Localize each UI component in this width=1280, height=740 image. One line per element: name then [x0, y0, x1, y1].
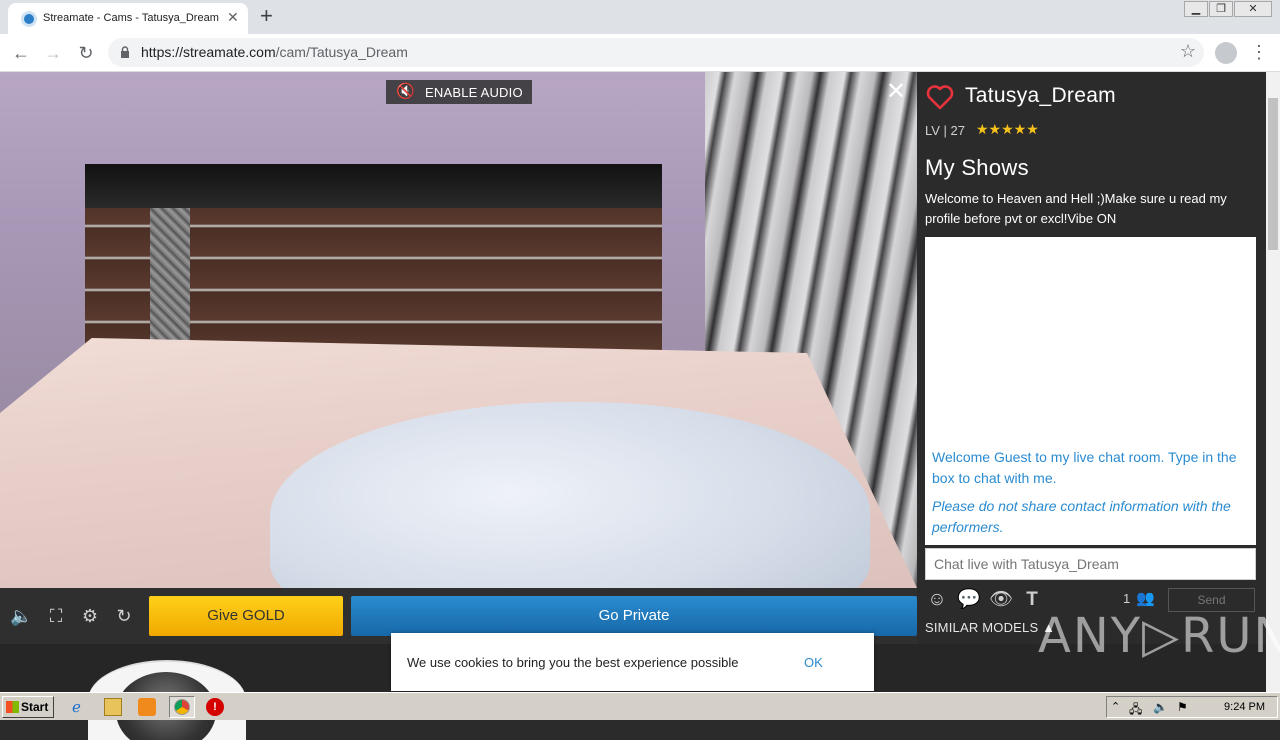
go-private-button[interactable]: Go Private	[351, 596, 917, 636]
windows-taskbar: Start ℯ ! ⌃ 🖧 🔈 ⚑ 9:24 PM	[0, 692, 1280, 720]
tray-expand-icon[interactable]: ⌃	[1111, 700, 1120, 713]
show-description: Welcome to Heaven and Hell ;)Make sure u…	[925, 191, 1227, 226]
chat-warning-message: Please do not share contact information …	[932, 498, 1231, 535]
chat-welcome-message: Welcome Guest to my live chat room. Type…	[932, 449, 1237, 486]
action-center-flag-icon[interactable]: ⚑	[1177, 700, 1188, 714]
profile-avatar-icon[interactable]	[1215, 42, 1237, 64]
page-scrollbar[interactable]	[1266, 72, 1280, 692]
my-shows-heading: My Shows	[925, 155, 1029, 180]
cookie-ok-button[interactable]: OK	[804, 655, 823, 670]
cookie-banner: We use cookies to bring you the best exp…	[391, 633, 874, 691]
muted-speaker-icon: 🔇	[396, 83, 415, 100]
tab-title: Streamate - Cams - Tatusya_Dream	[43, 12, 219, 24]
close-tab-icon[interactable]: ✕	[227, 9, 239, 26]
address-bar[interactable]: https://streamate.com/cam/Tatusya_Dream …	[108, 38, 1204, 67]
fullscreen-icon[interactable]: ⛶	[45, 605, 67, 627]
opera-warning-icon[interactable]: !	[206, 698, 224, 716]
favorite-heart-icon[interactable]	[926, 84, 954, 110]
browser-menu-icon[interactable]: ⋮	[1250, 42, 1268, 62]
speaker-icon[interactable]: 🔈	[1153, 700, 1168, 714]
windows-logo-icon	[6, 701, 19, 713]
start-button[interactable]: Start	[2, 696, 54, 718]
similar-models-toggle[interactable]: SIMILAR MODELS ▲	[925, 620, 1055, 635]
give-gold-button[interactable]: Give GOLD	[149, 596, 343, 636]
new-tab-icon[interactable]: +	[260, 4, 273, 28]
system-tray: ⌃ 🖧 🔈 ⚑ 9:24 PM	[1106, 696, 1278, 718]
clock: 9:24 PM	[1224, 701, 1265, 713]
scrollbar-thumb[interactable]	[1268, 98, 1278, 250]
eye-icon[interactable]: 👁	[989, 589, 1013, 611]
viewers-icon: 👥	[1136, 590, 1155, 607]
anyrun-watermark: ANY▷RUN	[1038, 608, 1280, 664]
chat-input[interactable]	[925, 548, 1256, 580]
restore-window-icon[interactable]: ❐	[1209, 1, 1233, 17]
enable-audio-button[interactable]: 🔇 ENABLE AUDIO	[386, 80, 532, 104]
model-sidebar: Tatusya_Dream LV | 27 ★★★★★ My Shows Wel…	[917, 72, 1266, 644]
forward-icon[interactable]: →	[40, 40, 66, 66]
enable-audio-label: ENABLE AUDIO	[425, 85, 523, 100]
video-stream[interactable]	[0, 72, 917, 588]
back-icon[interactable]: ←	[8, 40, 34, 66]
star-rating: ★★★★★	[976, 121, 1039, 137]
settings-gear-icon[interactable]: ⚙	[79, 605, 101, 627]
browser-toolbar: ← → ↻ https://streamate.com/cam/Tatusya_…	[0, 34, 1280, 72]
headboard-top-image	[85, 164, 662, 208]
browser-tab[interactable]: Streamate - Cams - Tatusya_Dream ✕	[8, 3, 248, 34]
start-label: Start	[21, 700, 49, 714]
model-level: LV | 27	[925, 123, 965, 138]
close-video-icon[interactable]: ✕	[886, 80, 906, 104]
browser-tab-strip: Streamate - Cams - Tatusya_Dream ✕ + ▁ ❐…	[0, 0, 1280, 34]
internet-explorer-icon[interactable]: ℯ	[72, 698, 90, 716]
folder-icon[interactable]	[104, 698, 122, 716]
emoji-icon[interactable]: ☺	[926, 589, 948, 611]
media-player-icon[interactable]	[138, 698, 156, 716]
reload-icon[interactable]: ↻	[73, 40, 99, 66]
chat-log: Welcome Guest to my live chat room. Type…	[925, 237, 1256, 545]
close-window-icon[interactable]: ✕	[1234, 1, 1272, 17]
bookmark-star-icon[interactable]: ☆	[1180, 41, 1196, 62]
volume-icon[interactable]: 🔈	[10, 605, 32, 627]
streamate-favicon-icon	[21, 11, 37, 27]
network-icon[interactable]: 🖧	[1129, 700, 1142, 721]
url-text: https://streamate.com/cam/Tatusya_Dream	[141, 44, 408, 60]
minimize-window-icon[interactable]: ▁	[1184, 1, 1208, 17]
refresh-icon[interactable]: ↻	[113, 605, 135, 627]
chrome-taskbar-button[interactable]	[169, 696, 195, 718]
model-name: Tatusya_Dream	[965, 84, 1116, 107]
lock-icon	[121, 46, 129, 58]
headboard-strip-image	[150, 208, 190, 354]
viewer-count: 1	[1123, 591, 1131, 606]
chrome-icon	[174, 699, 190, 715]
chat-bubble-icon[interactable]: 💬	[957, 589, 981, 611]
cookie-message: We use cookies to bring you the best exp…	[407, 655, 739, 670]
